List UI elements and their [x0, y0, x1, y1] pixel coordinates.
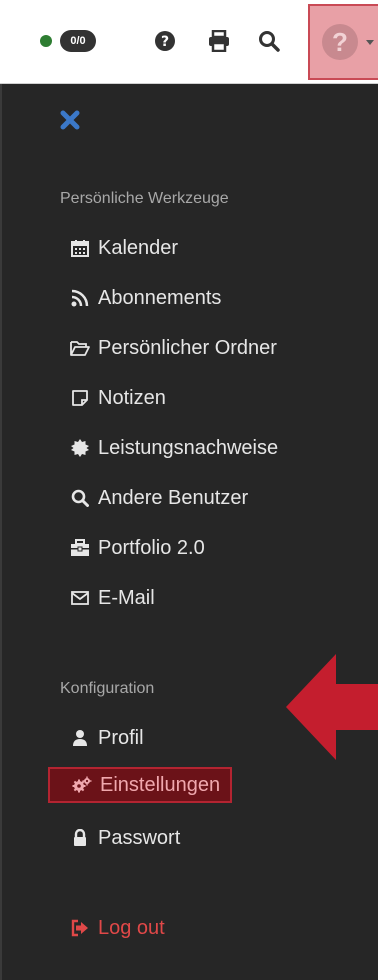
menu-item-password[interactable]: Passwort: [70, 820, 180, 856]
menu-item-label: Kalender: [98, 236, 179, 259]
help-menu-icon: ?: [322, 24, 358, 60]
logout-label: Log out: [98, 916, 165, 939]
help-menu-toggle[interactable]: ?: [308, 4, 378, 80]
menu-item-label: Andere Benutzer: [98, 486, 249, 509]
menu-item-other-users[interactable]: Andere Benutzer: [70, 480, 248, 516]
status-dot: [40, 35, 52, 47]
menu-item-label: Einstellungen: [100, 773, 221, 796]
lock-icon: [70, 828, 90, 848]
rss-icon: [70, 288, 90, 308]
menu-item-label: Portfolio 2.0: [98, 536, 205, 559]
section-title-configuration: Konfiguration: [60, 680, 155, 697]
menu-item-portfolio[interactable]: Portfolio 2.0: [70, 530, 205, 566]
menu-item-profile[interactable]: Profil: [70, 720, 144, 756]
menu-item-email[interactable]: E-Mail: [70, 580, 155, 616]
highlight-arrow-icon: [286, 654, 378, 760]
envelope-icon: [70, 588, 90, 608]
svg-text:?: ?: [161, 34, 169, 50]
note-icon: [70, 388, 90, 408]
user-icon: [70, 728, 90, 748]
certificate-icon: [70, 438, 90, 458]
menu-item-label: Leistungsnachweise: [98, 436, 279, 459]
sign-out-icon: [70, 918, 90, 938]
gears-icon: [72, 775, 92, 795]
menu-item-label: Abonnements: [98, 286, 222, 309]
section-title-personal-tools: Persönliche Werkzeuge: [60, 190, 229, 207]
close-x-icon[interactable]: [60, 110, 80, 130]
calendar-icon: [70, 238, 90, 258]
question-circle-icon[interactable]: ?: [152, 27, 178, 55]
menu-item-label: Persönlicher Ordner: [98, 336, 277, 359]
menu-item-personal-folder[interactable]: Persönlicher Ordner: [70, 330, 277, 366]
briefcase-icon: [70, 538, 90, 558]
menu-item-label: Passwort: [98, 826, 181, 849]
user-menu-panel: Persönliche Werkzeuge Kalender Abonnemen…: [0, 84, 378, 980]
menu-item-label: Profil: [98, 726, 144, 749]
menu-item-settings[interactable]: Einstellungen: [48, 767, 233, 803]
print-icon[interactable]: [206, 27, 232, 55]
logout-link[interactable]: Log out: [70, 910, 165, 946]
menu-item-notes[interactable]: Notizen: [70, 380, 166, 416]
top-toolbar: 0/0 ? ?: [0, 0, 378, 84]
folder-open-icon: [70, 338, 90, 358]
menu-item-subscriptions[interactable]: Abonnements: [70, 280, 221, 316]
menu-item-calendar[interactable]: Kalender: [70, 230, 178, 266]
chevron-down-icon: [366, 40, 374, 45]
menu-item-certificates[interactable]: Leistungsnachweise: [70, 430, 278, 466]
search-icon[interactable]: [256, 27, 282, 55]
search-icon: [70, 488, 90, 508]
menu-item-label: E-Mail: [98, 586, 155, 609]
menu-item-label: Notizen: [98, 386, 166, 409]
counter-badge[interactable]: 0/0: [60, 30, 96, 52]
